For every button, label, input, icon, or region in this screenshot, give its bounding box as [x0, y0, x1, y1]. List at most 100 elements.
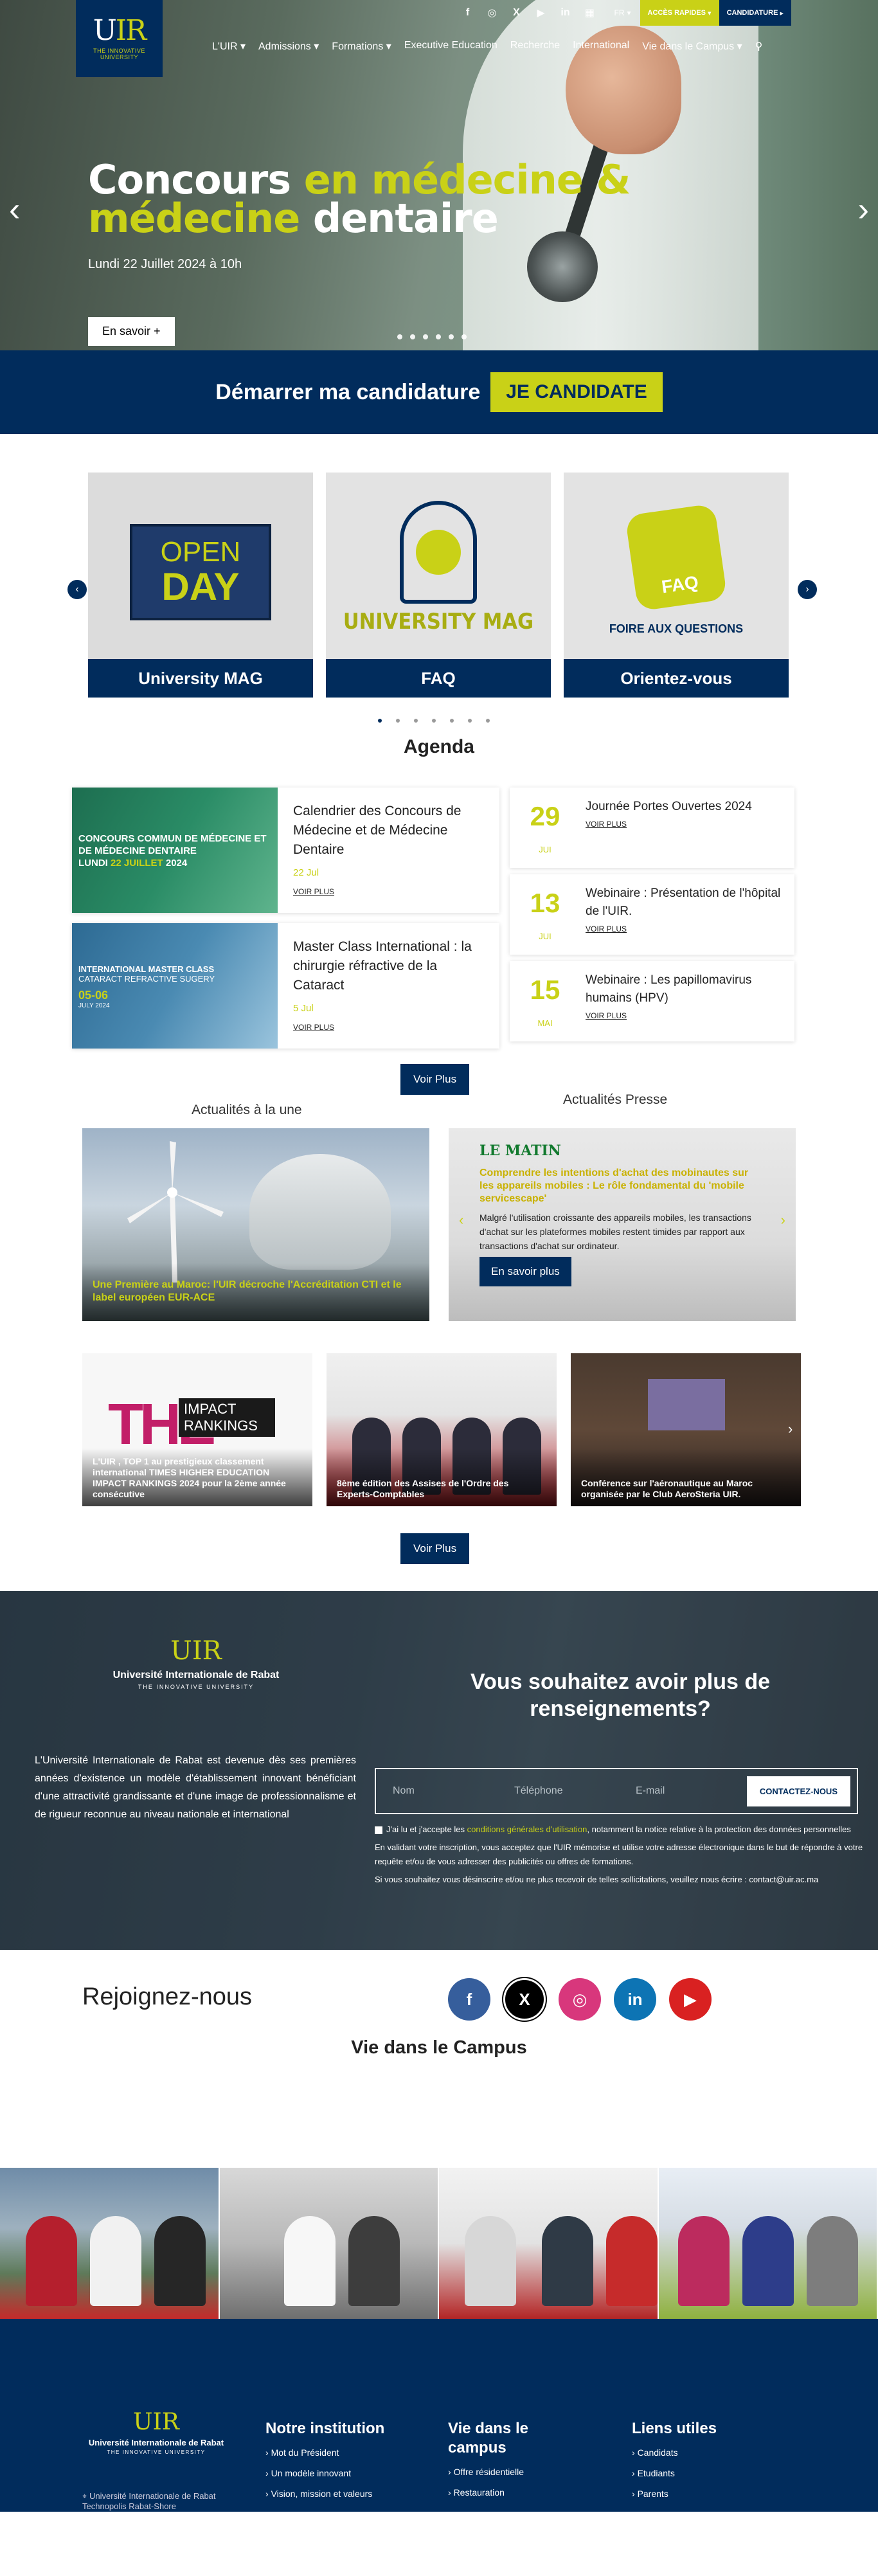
nav-item-international[interactable]: International — [573, 40, 629, 53]
event-day: 15 — [530, 975, 560, 1005]
carousel-dot[interactable] — [396, 719, 400, 723]
agenda-featured-item[interactable]: INTERNATIONAL MASTER CLASS CATARACT REFRA… — [72, 923, 499, 1049]
x-icon[interactable]: X — [508, 5, 524, 21]
language-selector[interactable]: FR ▾ — [614, 0, 631, 26]
press-prev-arrow[interactable]: ‹ — [459, 1212, 463, 1229]
news-thumb[interactable]: Conférence sur l'aéronautique au Maroc o… — [571, 1353, 801, 1506]
card-university-mag[interactable]: OPEN DAY University MAG — [88, 473, 313, 698]
event-title[interactable]: Webinaire : Présentation de l'hôpital de… — [586, 885, 789, 921]
facebook-icon[interactable]: f — [448, 1978, 490, 2021]
agenda-item-title[interactable]: Master Class International : la chirurgi… — [293, 937, 484, 995]
youtube-icon[interactable]: ▶ — [533, 5, 548, 21]
thumbs-next-arrow[interactable]: › — [788, 1421, 793, 1437]
hero-dot[interactable] — [397, 334, 402, 339]
calendar-icon[interactable]: ▦ — [582, 5, 597, 21]
social-links: f ◎ X ▶ in ▦ — [460, 0, 597, 26]
campus-photo[interactable] — [439, 2168, 659, 2319]
nav-item-executive[interactable]: Executive Education — [404, 40, 497, 53]
campus-photo[interactable] — [0, 2168, 220, 2319]
hero-dot[interactable] — [461, 334, 467, 339]
event-item[interactable]: 13 JUI Webinaire : Présentation de l'hôpi… — [510, 874, 794, 955]
event-item[interactable]: 29 JUI Journée Portes Ouvertes 2024 VOIR P… — [510, 788, 794, 868]
news-more-button[interactable]: Voir Plus — [400, 1533, 470, 1564]
phone-field[interactable]: Téléphone — [504, 1785, 625, 1797]
hero-dot[interactable] — [436, 334, 441, 339]
quick-access-button[interactable]: ACCÈS RAPIDES ▾ — [640, 0, 719, 26]
event-link[interactable]: VOIR PLUS — [586, 820, 789, 829]
linkedin-icon[interactable]: in — [557, 5, 573, 21]
carousel-dot[interactable] — [450, 719, 454, 723]
campus-photo[interactable] — [658, 2168, 878, 2319]
nav-item-campus[interactable]: Vie dans le Campus ▾ — [642, 40, 742, 53]
quick-access-label: ACCÈS RAPIDES — [647, 9, 706, 17]
footer-link[interactable]: Etudiants — [632, 2468, 717, 2478]
apply-button[interactable]: JE CANDIDATE — [490, 372, 663, 412]
event-link[interactable]: VOIR PLUS — [586, 1011, 789, 1020]
footer-link[interactable]: Mot du Président — [265, 2447, 384, 2458]
logo-mark: UIR — [93, 14, 147, 47]
agenda-more-button[interactable]: Voir Plus — [400, 1064, 470, 1095]
footer-link[interactable]: Restauration — [448, 2487, 564, 2498]
site-logo[interactable]: UIR THE INNOVATIVE UNIVERSITY — [76, 0, 163, 77]
carousel-dot[interactable] — [414, 719, 418, 723]
carousel-dot[interactable] — [432, 719, 436, 723]
main-news-caption[interactable]: Une Première au Maroc: l'UIR décroche l'… — [93, 1279, 419, 1304]
hero-more-button[interactable]: En savoir + — [88, 317, 175, 346]
nav-item-recherche[interactable]: Recherche — [510, 40, 560, 53]
x-icon[interactable]: X — [503, 1978, 546, 2021]
event-month: MAI — [537, 1018, 553, 1028]
facebook-icon[interactable]: f — [460, 5, 475, 21]
hero-dot[interactable] — [410, 334, 415, 339]
quick-links-carousel: ‹ OPEN DAY University MAG UNIVERSITY MAG… — [0, 434, 878, 736]
hero-dot[interactable] — [449, 334, 454, 339]
footer-logo[interactable]: UIR Université Internationale de Rabat T… — [82, 2409, 230, 2455]
name-field[interactable]: Nom — [382, 1785, 504, 1797]
carousel-next-button[interactable]: › — [798, 580, 817, 599]
campus-photo[interactable] — [219, 2168, 439, 2319]
consent-checkbox[interactable] — [375, 1826, 382, 1834]
carousel-dot[interactable] — [378, 719, 382, 723]
news-thumb[interactable]: 8ème édition des Assises de l'Ordre des … — [327, 1353, 557, 1506]
nav-item-formations[interactable]: Formations ▾ — [332, 40, 391, 53]
event-link[interactable]: VOIR PLUS — [586, 924, 789, 933]
hero-next-arrow[interactable]: › — [858, 190, 869, 229]
agenda-item-link[interactable]: VOIR PLUS — [293, 887, 484, 896]
nav-item-admissions[interactable]: Admissions ▾ — [258, 40, 319, 53]
footer-link[interactable]: Vision, mission et valeurs — [265, 2489, 384, 2499]
card-orientez-vous[interactable]: FAQ FOIRE AUX QUESTIONS Orientez-vous — [564, 473, 789, 698]
terms-link[interactable]: conditions générales d'utilisation — [467, 1824, 587, 1834]
wind-turbine-icon — [127, 1141, 224, 1283]
footer-link[interactable]: Un modèle innovant — [265, 2468, 384, 2478]
news-thumb[interactable]: THE IMPACT RANKINGS L'UIR , TOP 1 au pre… — [82, 1353, 312, 1506]
agenda-item-title[interactable]: Calendrier des Concours de Médecine et d… — [293, 802, 484, 860]
press-next-arrow[interactable]: › — [781, 1212, 785, 1229]
press-more-button[interactable]: En savoir plus — [479, 1257, 571, 1286]
email-field[interactable]: E-mail — [625, 1785, 747, 1797]
instagram-icon[interactable]: ◎ — [559, 1978, 601, 2021]
open-day-art: OPEN DAY — [88, 473, 313, 659]
event-title[interactable]: Journée Portes Ouvertes 2024 — [586, 798, 789, 816]
footer-col-title: Notre institution — [265, 2420, 385, 2437]
contact-submit-button[interactable]: CONTACTEZ-NOUS — [746, 1776, 850, 1806]
agenda-featured-item[interactable]: CONCOURS COMMUN DE MÉDECINE ET DE MÉDECI… — [72, 788, 499, 913]
news-thumb-caption: Conférence sur l'aéronautique au Maroc o… — [581, 1478, 753, 1499]
instagram-icon[interactable]: ◎ — [484, 5, 499, 21]
youtube-icon[interactable]: ▶ — [669, 1978, 712, 2021]
nav-item-uir[interactable]: L'UIR ▾ — [212, 40, 246, 53]
carousel-prev-button[interactable]: ‹ — [67, 580, 87, 599]
footer-link[interactable]: Candidats — [632, 2447, 717, 2458]
footer-link[interactable]: Parents — [632, 2489, 717, 2499]
hero-dot[interactable] — [423, 334, 428, 339]
event-item[interactable]: 15 MAI Webinaire : Les papillomavirus hum… — [510, 961, 794, 1041]
search-icon[interactable]: ⚲ — [755, 40, 763, 53]
main-news-card[interactable]: Une Première au Maroc: l'UIR décroche l'… — [82, 1128, 429, 1321]
candidature-button[interactable]: CANDIDATURE ▸ — [719, 0, 791, 26]
card-faq[interactable]: UNIVERSITY MAG FAQ — [326, 473, 551, 698]
hero-prev-arrow[interactable]: ‹ — [9, 190, 20, 229]
linkedin-icon[interactable]: in — [614, 1978, 656, 2021]
agenda-item-link[interactable]: VOIR PLUS — [293, 1023, 484, 1032]
carousel-dot[interactable] — [468, 719, 472, 723]
footer-link[interactable]: Offre résidentielle — [448, 2467, 564, 2477]
carousel-dot[interactable] — [486, 719, 490, 723]
event-title[interactable]: Webinaire : Les papillomavirus humains (… — [586, 971, 789, 1007]
